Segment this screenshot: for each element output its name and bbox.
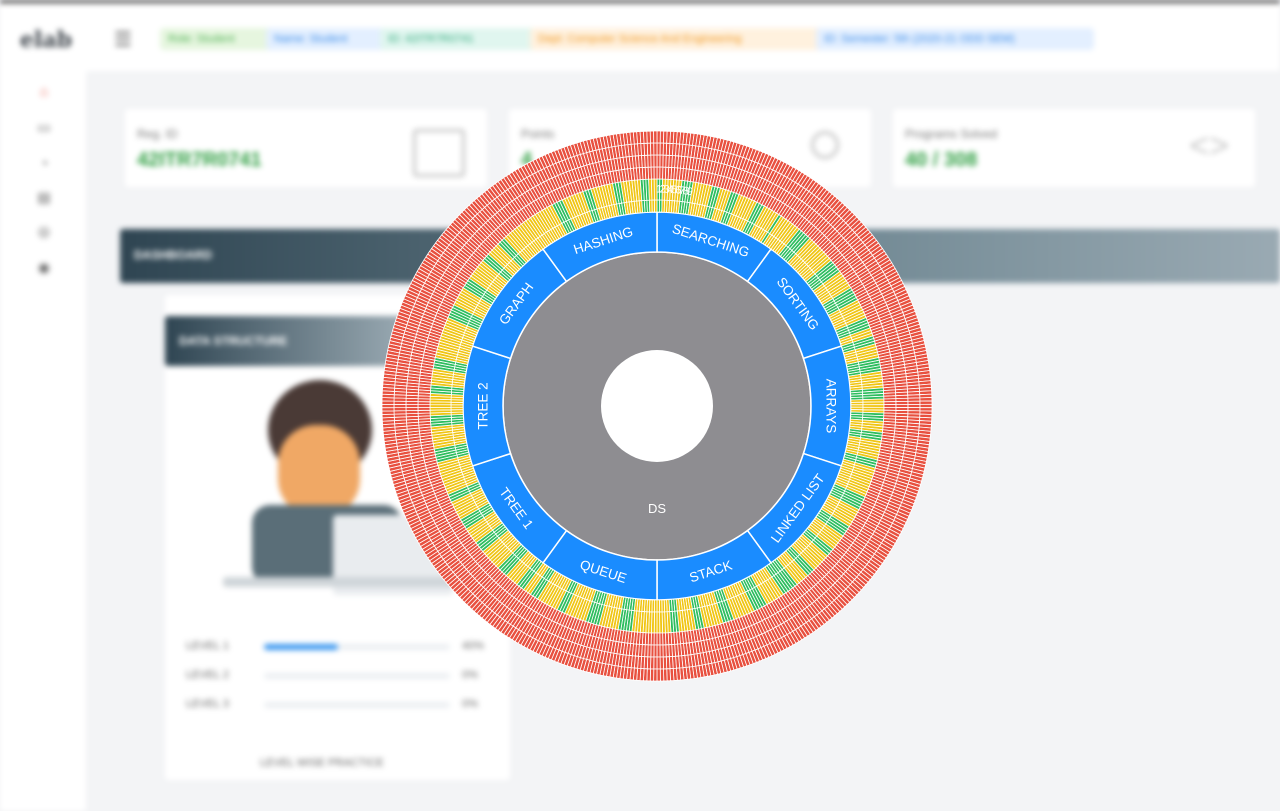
topic-label: TREE 2: [476, 382, 491, 429]
program-cell[interactable]: [381, 403, 395, 409]
top-navbar: elab ☰ Role: Student Name: Student ID: 42I…: [0, 3, 1280, 71]
program-cell[interactable]: [656, 611, 661, 634]
dashboard-title: DASHBOARD: [134, 248, 212, 262]
program-cell[interactable]: [653, 154, 658, 168]
program-cell[interactable]: [656, 644, 661, 658]
program-cell[interactable]: [656, 632, 661, 646]
card-label: Reg. ID: [137, 127, 178, 141]
program-cell[interactable]: [654, 199, 658, 213]
card-value: 42ITR7R0741: [137, 149, 262, 171]
course-panel-title: DATA STRUCTURE: [179, 334, 288, 348]
program-cell[interactable]: [907, 400, 921, 405]
program-cell[interactable]: [393, 407, 407, 412]
user-icon[interactable]: ◉: [36, 259, 52, 276]
stat-card-programs: Programs Solved 40 / 308 <>: [893, 109, 1255, 187]
program-cell[interactable]: [381, 407, 395, 412]
hamburger-menu-icon[interactable]: ☰: [114, 27, 132, 52]
sunburst-center-label: DS: [648, 501, 666, 516]
program-cell[interactable]: [907, 403, 921, 409]
program-cell[interactable]: [919, 403, 933, 409]
ds-sunburst-chart[interactable]: DS SEARCHING SORTING ARRAYS LINKED LIST STACK…: [377, 126, 937, 686]
program-cell[interactable]: [659, 668, 665, 682]
header-pill-4: ID: Semester: 5th (2020-21 ODD SEM): [816, 28, 1094, 50]
program-cell[interactable]: [656, 668, 661, 682]
level-progress-fill: [264, 644, 339, 650]
level-wise-practice-link[interactable]: LEVEL WISE PRACTICE: [260, 757, 384, 769]
header-pill-1: Name: Student: [266, 28, 386, 50]
program-cell[interactable]: [656, 656, 661, 670]
settings-icon[interactable]: ◎: [36, 223, 52, 240]
level-percent: 0%: [462, 698, 478, 710]
app-logo[interactable]: elab: [20, 27, 72, 53]
level-progress-bar: [264, 702, 450, 708]
level-label: LEVEL 2: [186, 669, 230, 681]
home-icon[interactable]: ⌂: [36, 83, 52, 99]
topic-label: ARRAYS: [824, 379, 839, 434]
header-pill-0: Role: Student: [160, 28, 272, 50]
program-cell[interactable]: [649, 130, 655, 144]
program-cell[interactable]: [895, 404, 909, 408]
course-panel-header: DATA STRUCTURE: [165, 316, 405, 366]
program-cell[interactable]: [653, 130, 658, 144]
program-cell[interactable]: [393, 403, 407, 409]
left-sidebar: ⌂ ▭ ◔ ▤ ◎ ◉: [0, 71, 86, 811]
program-cell[interactable]: [405, 407, 419, 412]
code-brackets-icon: <>: [1189, 127, 1229, 165]
sunburst-hole: [601, 350, 713, 462]
program-cell[interactable]: [405, 404, 419, 408]
header-pill-3: Dept: Computer Science And Engineering: [530, 28, 822, 50]
program-cell[interactable]: [895, 400, 909, 405]
program-cell[interactable]: [919, 400, 933, 405]
program-cell[interactable]: [653, 142, 658, 156]
header-pill-2: ID: 42ITR7R0741: [380, 28, 536, 50]
chart-icon[interactable]: ◔: [36, 155, 52, 171]
level-label: LEVEL 1: [186, 640, 230, 652]
monitor-icon[interactable]: ▭: [36, 119, 52, 136]
program-cell[interactable]: [653, 166, 658, 180]
sunburst-svg: DSSEARCHINGSORTINGARRAYSLINKED LISTSTACK…: [381, 130, 933, 682]
level-label: LEVEL 3: [186, 698, 230, 710]
document-icon[interactable]: ▤: [36, 189, 52, 206]
